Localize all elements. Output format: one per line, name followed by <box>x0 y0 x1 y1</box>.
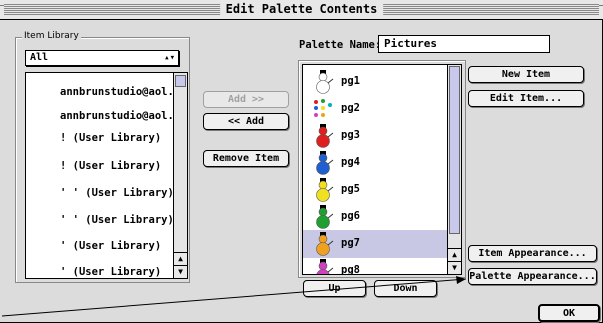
pointer-annotation <box>1 276 467 317</box>
pointer-line <box>1 278 467 317</box>
edit-palette-window: Edit Palette Contents Item Library All ▴… <box>0 0 603 323</box>
pointer-arrowhead-icon <box>456 276 466 284</box>
